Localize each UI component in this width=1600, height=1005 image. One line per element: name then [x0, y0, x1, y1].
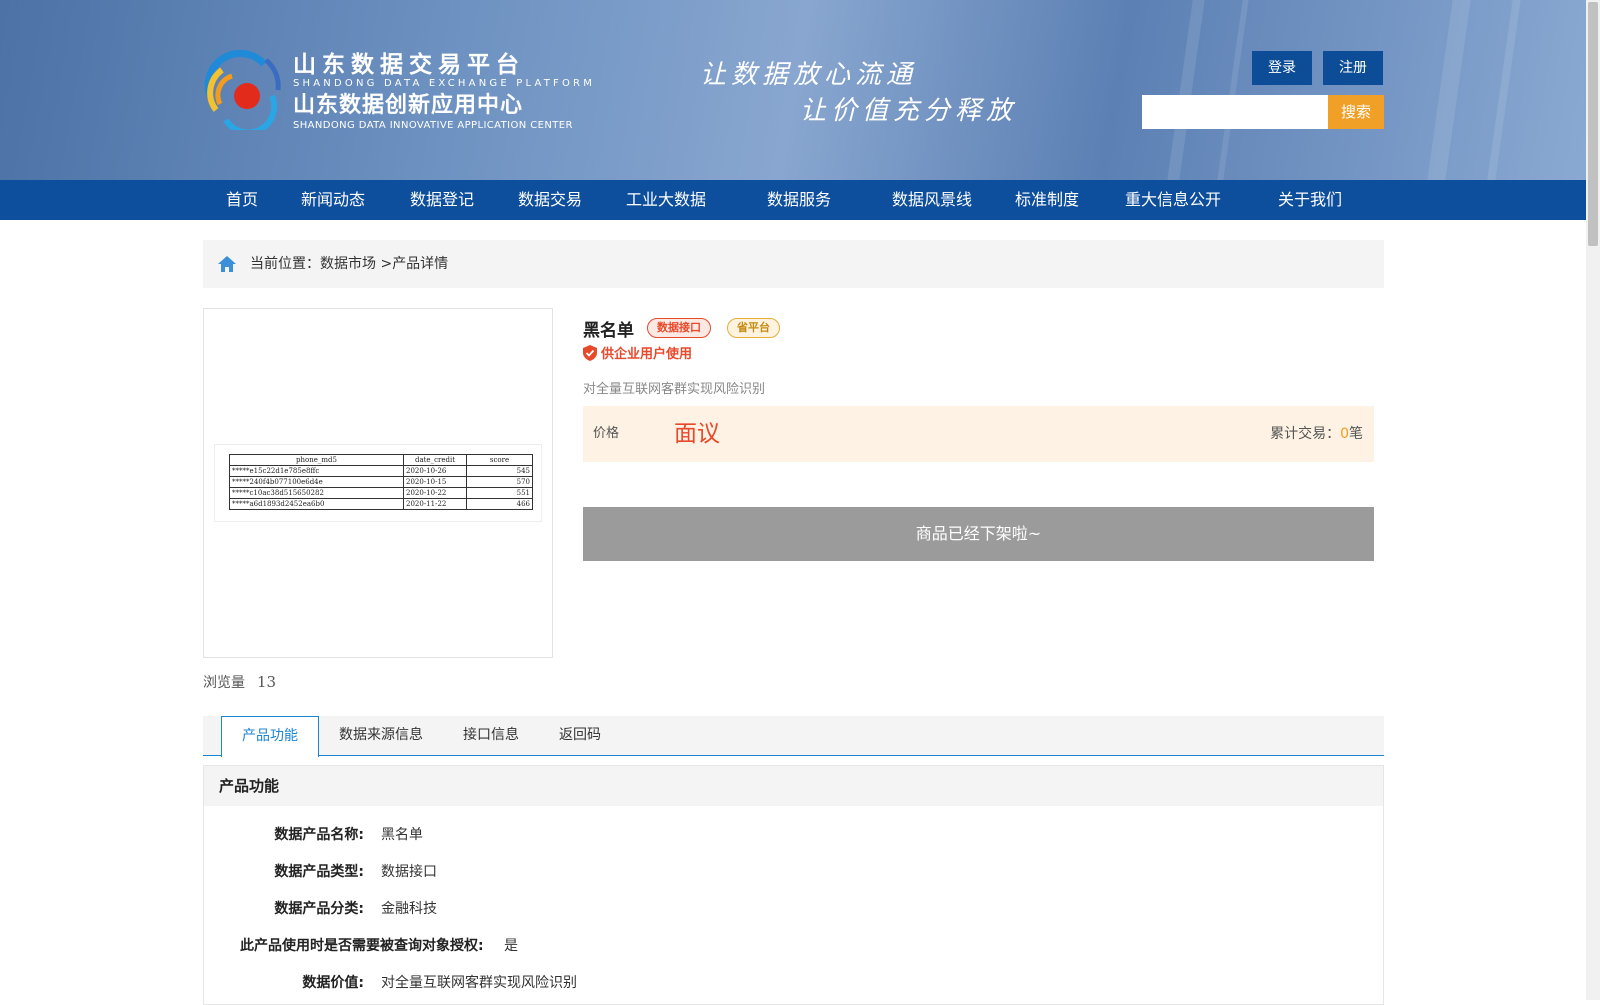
view-count: 浏览量 13	[203, 672, 276, 692]
breadcrumb-current: 产品详情	[392, 256, 449, 272]
search-input[interactable]	[1142, 95, 1328, 129]
header-decoration	[1487, 0, 1521, 180]
nav-item-major-disclosure[interactable]: 重大信息公开	[1118, 180, 1228, 220]
sample-cell: 570	[466, 476, 533, 488]
field-value-data-value: 对全量互联网客群实现风险识别	[381, 975, 577, 991]
price-label: 价格	[593, 426, 620, 441]
tag-provincial-platform: 省平台	[727, 318, 780, 338]
sample-cell: *****e15c22d1e785e8ffc	[229, 465, 404, 477]
sample-cell: *****a6d1893d2452ea6b0	[229, 498, 404, 510]
sample-header: date_credit	[403, 454, 467, 466]
product-title: 黑名单	[583, 321, 634, 341]
views-number: 13	[257, 673, 277, 691]
nav-item-home[interactable]: 首页	[210, 180, 274, 220]
sample-header: phone_md5	[229, 454, 404, 466]
header-decoration	[1167, 0, 1205, 180]
sample-cell: 2020-11-22	[403, 498, 467, 510]
main-nav: 首页 新闻动态 数据登记 数据交易 工业大数据 数据服务 数据风景线 标准制度 …	[0, 180, 1586, 220]
nav-item-data-scenery[interactable]: 数据风景线	[880, 180, 984, 220]
sample-cell: 2020-10-15	[403, 476, 467, 488]
field-label-product-category: 数据产品分类:	[274, 901, 364, 917]
shield-check-icon	[583, 345, 597, 361]
field-value-product-category: 金融科技	[381, 901, 437, 917]
header-decoration	[1217, 0, 1249, 180]
product-tabs: 产品功能 数据来源信息 接口信息 返回码	[203, 716, 1384, 757]
sample-cell: 545	[466, 465, 533, 477]
views-label: 浏览量	[203, 675, 245, 691]
product-description: 对全量互联网客群实现风险识别	[583, 382, 766, 397]
tab-data-source[interactable]: 数据来源信息	[339, 716, 423, 756]
nav-item-standards[interactable]: 标准制度	[1005, 180, 1089, 220]
logo-title-cn: 山东数据交易平台	[293, 52, 525, 78]
off-shelf-notice: 商品已经下架啦~	[583, 507, 1374, 561]
trade-count: 累计交易：0笔	[1270, 406, 1363, 462]
trade-unit: 笔	[1349, 426, 1363, 442]
sample-cell: 2020-10-26	[403, 465, 467, 477]
table-row: *****a6d1893d2452ea6b0 2020-11-22 466	[229, 498, 533, 510]
logo-subtitle-cn: 山东数据创新应用中心	[293, 93, 524, 118]
header-decoration	[1427, 0, 1471, 180]
price-box: 价格 面议 累计交易：0笔	[583, 406, 1374, 462]
scrollbar-thumb[interactable]	[1588, 2, 1598, 246]
nav-item-data-registration[interactable]: 数据登记	[400, 180, 484, 220]
breadcrumb: 当前位置：数据市场 >产品详情	[203, 240, 1384, 288]
trade-count-number: 0	[1340, 426, 1349, 442]
login-button[interactable]: 登录	[1252, 51, 1312, 85]
register-button[interactable]: 注册	[1323, 51, 1383, 85]
breadcrumb-path: 当前位置：数据市场 >产品详情	[250, 240, 448, 288]
tab-api-info[interactable]: 接口信息	[463, 716, 519, 756]
search-button[interactable]: 搜索	[1328, 95, 1384, 129]
home-icon[interactable]	[217, 254, 237, 274]
sample-data-table: phone_md5 date_credit score *****e15c22d…	[229, 454, 533, 510]
enterprise-only-note: 供企业用户使用	[583, 343, 692, 363]
nav-item-about-us[interactable]: 关于我们	[1268, 180, 1352, 220]
field-value-authorization: 是	[504, 938, 518, 954]
slogan-line-1: 让数据放心流通	[700, 60, 918, 90]
trade-label: 累计交易：	[1270, 426, 1341, 442]
panel-title: 产品功能	[204, 766, 1383, 806]
field-label-authorization: 此产品使用时是否需要被查询对象授权:	[240, 938, 484, 954]
field-label-data-value: 数据价值:	[302, 975, 364, 991]
nav-item-industrial-big-data[interactable]: 工业大数据	[614, 180, 718, 220]
nav-item-data-trading[interactable]: 数据交易	[508, 180, 592, 220]
nav-item-news[interactable]: 新闻动态	[292, 180, 374, 220]
enterprise-note-text: 供企业用户使用	[601, 347, 693, 362]
product-function-panel: 产品功能 数据产品名称: 黑名单 数据产品类型: 数据接口 数据产品分类: 金融…	[203, 765, 1384, 1005]
sample-data-preview: phone_md5 date_credit score *****e15c22d…	[214, 444, 542, 522]
sample-cell: *****240f4b077100e6d4e	[229, 476, 404, 488]
breadcrumb-link-market[interactable]: 数据市场	[320, 256, 376, 272]
field-label-product-type: 数据产品类型:	[274, 864, 364, 880]
nav-item-data-services[interactable]: 数据服务	[757, 180, 841, 220]
tab-return-codes[interactable]: 返回码	[559, 716, 601, 756]
platform-logo-icon[interactable]	[202, 50, 282, 130]
site-header: 山东数据交易平台 SHANDONG DATA EXCHANGE PLATFORM…	[0, 0, 1586, 180]
price-value: 面议	[674, 421, 720, 447]
sample-header: score	[466, 454, 533, 466]
tab-product-function[interactable]: 产品功能	[221, 716, 319, 757]
tag-data-api: 数据接口	[647, 318, 711, 338]
field-value-product-name: 黑名单	[381, 827, 423, 843]
field-label-product-name: 数据产品名称:	[274, 827, 364, 843]
product-image: phone_md5 date_credit score *****e15c22d…	[203, 308, 553, 658]
page-scrollbar[interactable]	[1586, 0, 1600, 1000]
sample-cell: 551	[466, 487, 533, 499]
logo-subtitle-en: SHANDONG DATA INNOVATIVE APPLICATION CEN…	[293, 120, 573, 131]
sample-cell: 466	[466, 498, 533, 510]
table-row: *****e15c22d1e785e8ffc 2020-10-26 545	[229, 465, 533, 477]
breadcrumb-prefix: 当前位置：	[250, 256, 320, 272]
table-row: *****240f4b077100e6d4e 2020-10-15 570	[229, 476, 533, 488]
slogan-line-2: 让价值充分释放	[800, 96, 1018, 126]
logo-text: 山东数据交易平台 SHANDONG DATA EXCHANGE PLATFORM…	[293, 52, 595, 132]
sample-cell: 2020-10-22	[403, 487, 467, 499]
sample-cell: *****c10ac38d515650282	[229, 487, 404, 499]
logo-title-en: SHANDONG DATA EXCHANGE PLATFORM	[293, 78, 596, 89]
field-value-product-type: 数据接口	[381, 864, 437, 880]
table-row: *****c10ac38d515650282 2020-10-22 551	[229, 487, 533, 499]
breadcrumb-separator: >	[380, 256, 393, 272]
